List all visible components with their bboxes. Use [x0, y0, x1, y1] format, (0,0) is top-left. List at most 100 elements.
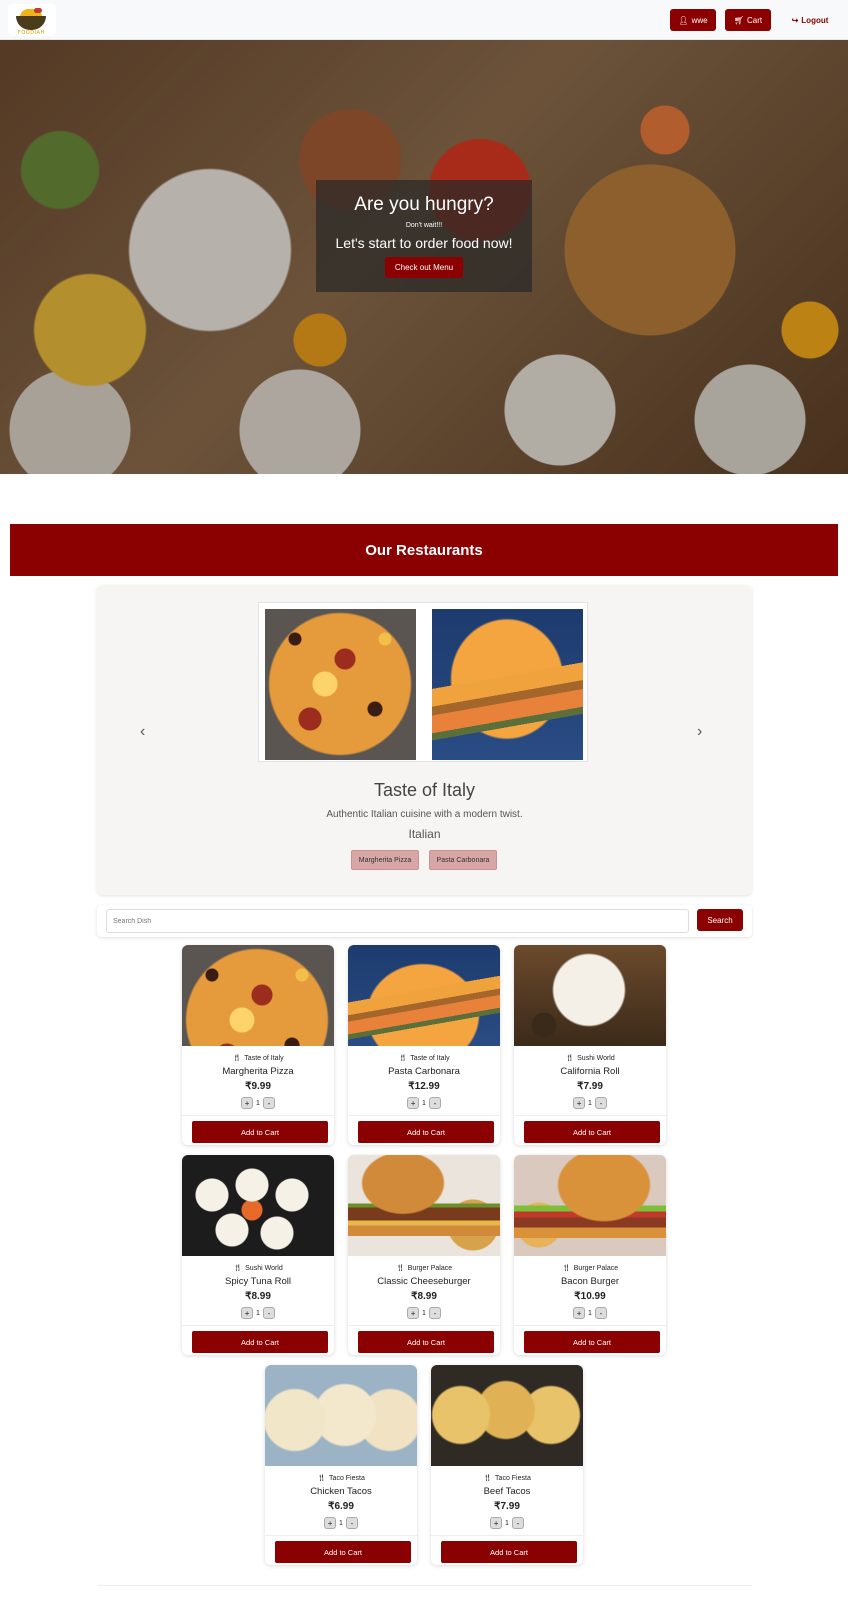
dish-tag[interactable]: Margherita Pizza [351, 850, 419, 870]
dish-card: 🍴︎ Burger Palace Classic Cheeseburger ₹8.… [348, 1155, 500, 1355]
decrease-quantity-button[interactable]: - [262, 1097, 275, 1109]
carousel-pasta-image [432, 609, 583, 760]
increase-quantity-button[interactable]: + [490, 1517, 503, 1529]
dish-image [348, 945, 500, 1046]
restaurant-description: Authentic Italian cuisine with a modern … [326, 809, 523, 820]
add-to-cart-button[interactable]: Add to Cart [192, 1331, 328, 1353]
dish-card: 🍴︎ Taco Fiesta Beef Tacos ₹7.99 +1- Add t… [431, 1365, 583, 1565]
utensils-icon: 🍴︎ [395, 1265, 405, 1272]
dish-card: 🍴︎ Taste of Italy Pasta Carbonara ₹12.99 … [348, 945, 500, 1145]
decrease-quantity-button[interactable]: - [428, 1307, 441, 1319]
add-to-cart-button[interactable]: Add to Cart [524, 1121, 660, 1143]
dish-image [182, 945, 334, 1046]
dish-restaurant: 🍴︎ Sushi World [565, 1054, 615, 1063]
user-button[interactable]: 👤︎ wwe [670, 9, 716, 31]
increase-quantity-button[interactable]: + [241, 1307, 254, 1319]
quantity-stepper: +1- [514, 1307, 666, 1319]
decrease-quantity-button[interactable]: - [262, 1307, 275, 1319]
hero-tagline: Let's start to order food now! [335, 235, 513, 251]
increase-quantity-button[interactable]: + [407, 1097, 420, 1109]
dish-card: 🍴︎ Sushi World Spicy Tuna Roll ₹8.99 +1- … [182, 1155, 334, 1355]
dish-tag[interactable]: Pasta Carbonara [429, 850, 497, 870]
restaurant-name: Taste of Italy [373, 780, 476, 800]
search-button[interactable]: Search [697, 909, 743, 931]
utensils-icon: 🍴︎ [483, 1475, 493, 1482]
dish-price: ₹8.99 [411, 1291, 437, 1302]
dish-name: Bacon Burger [560, 1276, 620, 1287]
decrease-quantity-button[interactable]: - [345, 1517, 358, 1529]
cart-icon: 🛒︎ [733, 15, 745, 25]
search-input[interactable] [106, 909, 689, 933]
utensils-icon: 🍴︎ [398, 1055, 408, 1062]
restaurants-header: Our Restaurants [10, 524, 838, 576]
logo-text: FOODIAH [18, 30, 45, 36]
cart-button[interactable]: 🛒︎ Cart [725, 9, 771, 31]
quantity-stepper: +1- [182, 1097, 334, 1109]
dish-restaurant: 🍴︎ Taco Fiesta [483, 1474, 531, 1483]
card-divider [514, 1115, 666, 1116]
carousel-pizza-image [265, 609, 416, 760]
quantity-stepper: +1- [348, 1097, 500, 1109]
dish-restaurant: 🍴︎ Taco Fiesta [317, 1474, 365, 1483]
dish-name: Pasta Carbonara [388, 1066, 460, 1077]
quantity-value: 1 [339, 1519, 343, 1527]
dish-restaurant: 🍴︎ Sushi World [233, 1264, 283, 1273]
carousel-next-icon[interactable]: › [697, 723, 702, 741]
add-to-cart-button[interactable]: Add to Cart [358, 1121, 494, 1143]
quantity-value: 1 [256, 1099, 260, 1107]
add-to-cart-button[interactable]: Add to Cart [441, 1541, 577, 1563]
restaurant-carousel: ‹ › Taste of Italy Authentic Italian cui… [97, 585, 752, 895]
hero-banner: Are you hungry? Don't wait!!! Let's star… [0, 40, 848, 474]
increase-quantity-button[interactable]: + [573, 1097, 586, 1109]
card-divider [265, 1535, 417, 1536]
utensils-icon: 🍴︎ [561, 1265, 571, 1272]
search-bar: Search [97, 905, 752, 937]
dish-card: 🍴︎ Taco Fiesta Chicken Tacos ₹6.99 +1- Ad… [265, 1365, 417, 1565]
dish-restaurant: 🍴︎ Taste of Italy [398, 1054, 450, 1063]
decrease-quantity-button[interactable]: - [511, 1517, 524, 1529]
add-to-cart-button[interactable]: Add to Cart [358, 1331, 494, 1353]
card-divider [182, 1115, 334, 1116]
carousel-prev-icon[interactable]: ‹ [140, 723, 145, 741]
quantity-stepper: +1- [431, 1517, 583, 1529]
add-to-cart-button[interactable]: Add to Cart [524, 1331, 660, 1353]
increase-quantity-button[interactable]: + [573, 1307, 586, 1319]
dish-card: 🍴︎ Taste of Italy Margherita Pizza ₹9.99 … [182, 945, 334, 1145]
dish-name: Beef Tacos [483, 1486, 531, 1497]
decrease-quantity-button[interactable]: - [594, 1307, 607, 1319]
dish-image [348, 1155, 500, 1256]
dish-image [182, 1155, 334, 1256]
logo-bowl-shape [16, 16, 46, 30]
dish-price: ₹8.99 [245, 1291, 271, 1302]
card-divider [514, 1325, 666, 1326]
decrease-quantity-button[interactable]: - [594, 1097, 607, 1109]
hero-title: Are you hungry? [354, 194, 494, 215]
dish-card: 🍴︎ Sushi World California Roll ₹7.99 +1- … [514, 945, 666, 1145]
brand-logo[interactable]: FOODIAH [8, 4, 56, 36]
card-divider [431, 1535, 583, 1536]
dish-restaurant: 🍴︎ Taste of Italy [232, 1054, 284, 1063]
check-out-menu-button[interactable]: Check out Menu [384, 257, 464, 278]
dish-price: ₹10.99 [574, 1291, 606, 1302]
add-to-cart-button[interactable]: Add to Cart [275, 1541, 411, 1563]
dish-image [514, 945, 666, 1046]
logout-link[interactable]: ↪ Logout [782, 9, 838, 31]
navbar: FOODIAH 👤︎ wwe 🛒︎ Cart ↪ Logout [0, 0, 848, 40]
quantity-stepper: +1- [514, 1097, 666, 1109]
utensils-icon: 🍴︎ [317, 1475, 327, 1482]
logout-icon: ↪ [791, 15, 799, 25]
increase-quantity-button[interactable]: + [324, 1517, 337, 1529]
quantity-value: 1 [256, 1309, 260, 1317]
user-label: wwe [691, 15, 708, 25]
increase-quantity-button[interactable]: + [241, 1097, 254, 1109]
dish-price: ₹12.99 [408, 1081, 440, 1092]
increase-quantity-button[interactable]: + [407, 1307, 420, 1319]
add-to-cart-button[interactable]: Add to Cart [192, 1121, 328, 1143]
dish-price: ₹9.99 [245, 1081, 271, 1092]
card-divider [348, 1115, 500, 1116]
quantity-value: 1 [422, 1309, 426, 1317]
decrease-quantity-button[interactable]: - [428, 1097, 441, 1109]
quantity-stepper: +1- [348, 1307, 500, 1319]
dish-image [514, 1155, 666, 1256]
dish-price: ₹7.99 [494, 1501, 520, 1512]
